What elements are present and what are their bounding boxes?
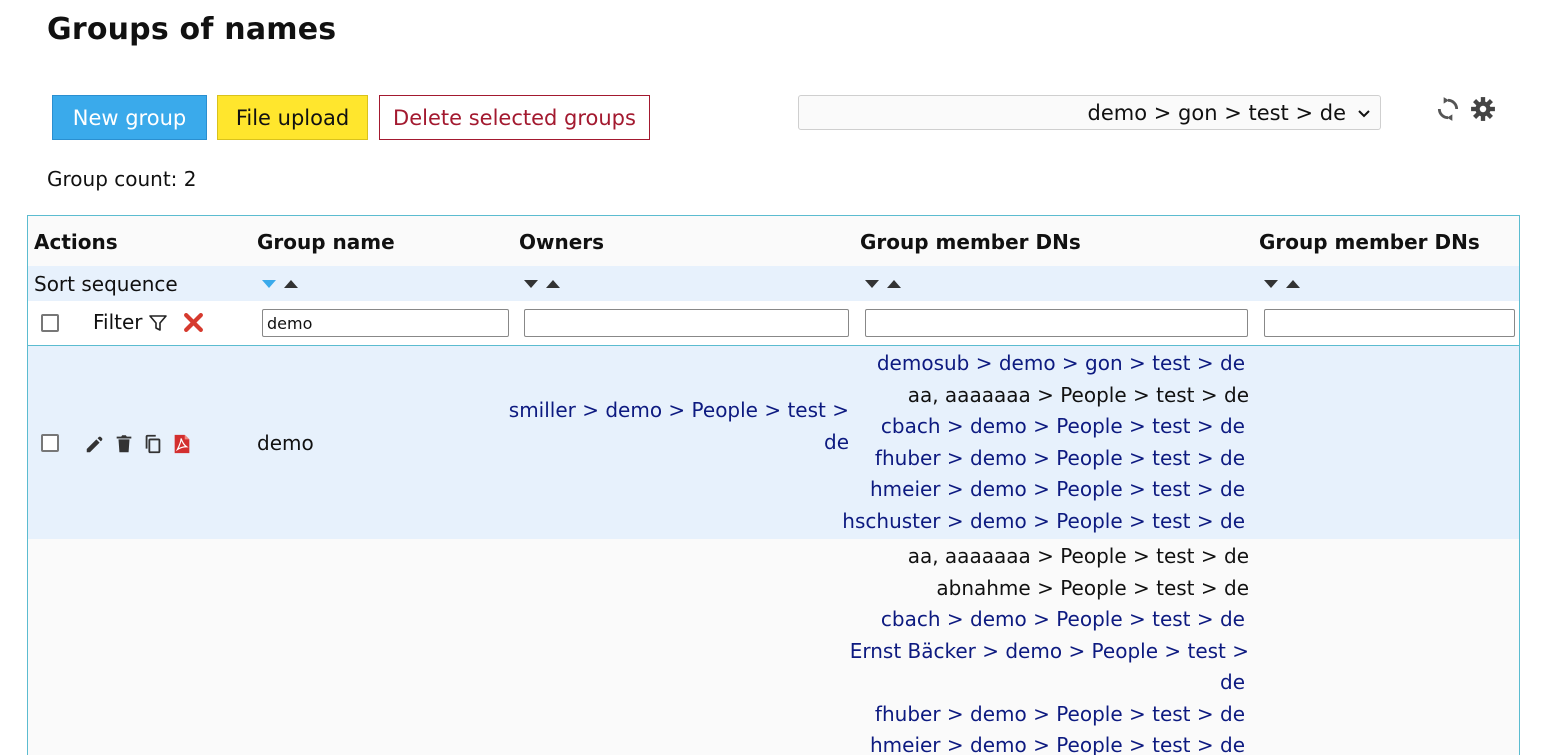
sort-descending-icon[interactable] bbox=[524, 280, 538, 288]
member-link[interactable]: fhuber > demo > People > test > de bbox=[850, 699, 1245, 731]
table-row[interactable]: aa, aaaaaaa > People > test > de abnahme… bbox=[28, 539, 1519, 755]
members-filter-input[interactable] bbox=[865, 309, 1248, 337]
row-checkbox[interactable] bbox=[41, 434, 59, 452]
sort-members-2 bbox=[1264, 280, 1300, 288]
members2-filter-input[interactable] bbox=[1264, 309, 1515, 337]
header-group-name[interactable]: Group name bbox=[257, 230, 395, 254]
header-group-member-dns[interactable]: Group member DNs bbox=[860, 230, 1081, 254]
pdf-icon[interactable] bbox=[171, 432, 193, 456]
member-link[interactable]: hmeier > demo > People > test > de bbox=[842, 474, 1245, 506]
owner-link[interactable]: smiller > demo > People > test > bbox=[509, 395, 849, 427]
member-link[interactable]: demosub > demo > gon > test > de bbox=[842, 348, 1245, 380]
owners-cell[interactable]: smiller > demo > People > test > de bbox=[509, 395, 849, 458]
header-actions: Actions bbox=[34, 230, 118, 254]
header-group-member-dns-2[interactable]: Group member DNs bbox=[1259, 230, 1480, 254]
select-all-checkbox[interactable] bbox=[41, 314, 59, 332]
clear-filter-icon[interactable] bbox=[183, 312, 204, 333]
member-link[interactable]: cbach > demo > People > test > de bbox=[850, 604, 1245, 636]
member-link-continued[interactable]: de bbox=[850, 667, 1245, 699]
member-link[interactable]: hschuster > demo > People > test > de bbox=[842, 506, 1245, 538]
owners-filter-input[interactable] bbox=[524, 309, 849, 337]
sort-ascending-icon[interactable] bbox=[887, 280, 901, 288]
filter-label: Filter bbox=[93, 310, 143, 334]
sort-ascending-icon[interactable] bbox=[1286, 280, 1300, 288]
member-text: abnahme > People > test > de bbox=[936, 575, 1249, 600]
sort-ascending-icon[interactable] bbox=[546, 280, 560, 288]
group-count: Group count: 2 bbox=[47, 167, 197, 191]
refresh-icon[interactable] bbox=[1435, 96, 1461, 122]
sort-row: Sort sequence bbox=[28, 266, 1519, 301]
member-text: aa, aaaaaaa > People > test > de bbox=[907, 382, 1249, 407]
sort-owners bbox=[524, 280, 560, 288]
settings-gear-icon[interactable] bbox=[1470, 96, 1496, 122]
groups-table: Actions Group name Owners Group member D… bbox=[27, 215, 1520, 755]
delete-trash-icon[interactable] bbox=[113, 432, 135, 456]
member-link[interactable]: hmeier > demo > People > test > de bbox=[850, 730, 1245, 755]
filter-row: Filter bbox=[28, 301, 1519, 346]
table-row[interactable]: demo smiller > demo > People > test > de… bbox=[28, 346, 1519, 539]
table-header: Actions Group name Owners Group member D… bbox=[28, 216, 1519, 266]
new-group-button[interactable]: New group bbox=[52, 95, 207, 140]
sort-group-name bbox=[262, 280, 298, 288]
sort-descending-icon[interactable] bbox=[262, 280, 276, 288]
edit-pencil-icon[interactable] bbox=[84, 432, 106, 456]
sort-descending-icon[interactable] bbox=[1264, 280, 1278, 288]
group-name-filter-input[interactable] bbox=[262, 309, 509, 337]
member-link[interactable]: fhuber > demo > People > test > de bbox=[842, 443, 1245, 475]
group-name-cell: demo bbox=[257, 431, 314, 455]
file-upload-button[interactable]: File upload bbox=[217, 95, 368, 140]
members-cell: demosub > demo > gon > test > de aa, aaa… bbox=[842, 348, 1249, 538]
sort-ascending-icon[interactable] bbox=[284, 280, 298, 288]
context-select-value: demo > gon > test > de bbox=[1087, 100, 1346, 125]
chevron-down-icon bbox=[1358, 109, 1370, 117]
member-text: aa, aaaaaaa > People > test > de bbox=[907, 544, 1249, 568]
copy-icon[interactable] bbox=[142, 432, 164, 456]
sort-members bbox=[865, 280, 901, 288]
filter-icon[interactable] bbox=[148, 313, 168, 333]
members-cell: aa, aaaaaaa > People > test > de abnahme… bbox=[850, 541, 1249, 755]
sort-sequence-label: Sort sequence bbox=[34, 272, 178, 296]
page-title: Groups of names bbox=[47, 12, 337, 47]
member-link[interactable]: cbach > demo > People > test > de bbox=[842, 411, 1245, 443]
member-link[interactable]: Ernst Bäcker > demo > People > test > bbox=[850, 636, 1249, 668]
sort-descending-icon[interactable] bbox=[865, 280, 879, 288]
owner-link-continued[interactable]: de bbox=[509, 427, 849, 459]
context-select[interactable]: demo > gon > test > de bbox=[798, 95, 1381, 130]
header-owners[interactable]: Owners bbox=[519, 230, 604, 254]
delete-selected-groups-button[interactable]: Delete selected groups bbox=[379, 95, 650, 140]
